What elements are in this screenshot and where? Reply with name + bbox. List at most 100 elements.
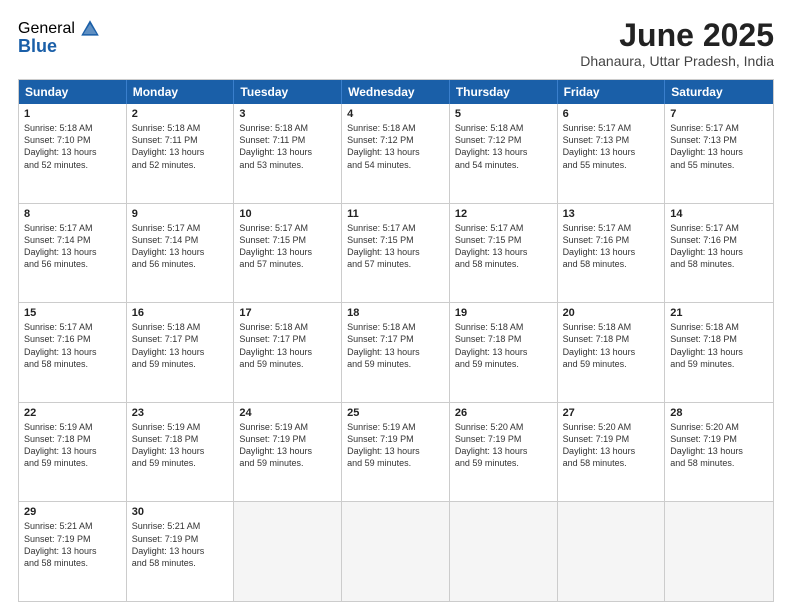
cell-info: Sunrise: 5:21 AMSunset: 7:19 PMDaylight:… (132, 520, 229, 569)
calendar-cell-17: 17 Sunrise: 5:18 AMSunset: 7:17 PMDayligh… (234, 303, 342, 402)
header-day-thursday: Thursday (450, 80, 558, 104)
cell-info: Sunrise: 5:17 AMSunset: 7:14 PMDaylight:… (24, 222, 121, 271)
calendar-cell-12: 12 Sunrise: 5:17 AMSunset: 7:15 PMDayligh… (450, 204, 558, 303)
calendar-cell-10: 10 Sunrise: 5:17 AMSunset: 7:15 PMDayligh… (234, 204, 342, 303)
cell-info: Sunrise: 5:17 AMSunset: 7:13 PMDaylight:… (670, 122, 768, 171)
day-number: 3 (239, 108, 336, 120)
day-number: 25 (347, 407, 444, 419)
calendar-cell-24: 24 Sunrise: 5:19 AMSunset: 7:19 PMDayligh… (234, 403, 342, 502)
day-number: 11 (347, 208, 444, 220)
cell-info: Sunrise: 5:18 AMSunset: 7:17 PMDaylight:… (132, 321, 229, 370)
calendar-cell-empty (558, 502, 666, 601)
calendar-cell-18: 18 Sunrise: 5:18 AMSunset: 7:17 PMDayligh… (342, 303, 450, 402)
day-number: 13 (563, 208, 660, 220)
cell-info: Sunrise: 5:17 AMSunset: 7:16 PMDaylight:… (24, 321, 121, 370)
cell-info: Sunrise: 5:18 AMSunset: 7:12 PMDaylight:… (347, 122, 444, 171)
calendar-cell-11: 11Sunrise: 5:17 AMSunset: 7:15 PMDayligh… (342, 204, 450, 303)
day-number: 19 (455, 307, 552, 319)
header-day-sunday: Sunday (19, 80, 127, 104)
day-number: 2 (132, 108, 229, 120)
calendar-cell-empty (665, 502, 773, 601)
location: Dhanaura, Uttar Pradesh, India (580, 53, 774, 69)
cell-info: Sunrise: 5:19 AMSunset: 7:18 PMDaylight:… (132, 421, 229, 470)
cell-info: Sunrise: 5:19 AMSunset: 7:19 PMDaylight:… (239, 421, 336, 470)
calendar-cell-empty (342, 502, 450, 601)
day-number: 12 (455, 208, 552, 220)
header-day-wednesday: Wednesday (342, 80, 450, 104)
calendar-cell-15: 15 Sunrise: 5:17 AMSunset: 7:16 PMDayligh… (19, 303, 127, 402)
cell-info: Sunrise: 5:17 AMSunset: 7:15 PMDaylight:… (239, 222, 336, 271)
logo: General Blue (18, 18, 101, 57)
calendar-body: 1Sunrise: 5:18 AMSunset: 7:10 PMDaylight… (19, 104, 773, 601)
day-number: 26 (455, 407, 552, 419)
title-block: June 2025 Dhanaura, Uttar Pradesh, India (580, 18, 774, 69)
calendar-cell-14: 14Sunrise: 5:17 AMSunset: 7:16 PMDayligh… (665, 204, 773, 303)
calendar-row-4: 29 Sunrise: 5:21 AMSunset: 7:19 PMDayligh… (19, 502, 773, 601)
calendar-row-3: 22 Sunrise: 5:19 AMSunset: 7:18 PMDayligh… (19, 403, 773, 503)
cell-info: Sunrise: 5:18 AMSunset: 7:17 PMDaylight:… (347, 321, 444, 370)
calendar-cell-26: 26 Sunrise: 5:20 AMSunset: 7:19 PMDayligh… (450, 403, 558, 502)
day-number: 18 (347, 307, 444, 319)
day-number: 20 (563, 307, 660, 319)
day-number: 23 (132, 407, 229, 419)
calendar-cell-29: 29Sunrise: 5:21 AMSunset: 7:19 PMDayligh… (19, 502, 127, 601)
cell-info: Sunrise: 5:20 AMSunset: 7:19 PMDaylight:… (455, 421, 552, 470)
day-number: 21 (670, 307, 768, 319)
calendar: SundayMondayTuesdayWednesdayThursdayFrid… (18, 79, 774, 602)
cell-info: Sunrise: 5:20 AMSunset: 7:19 PMDaylight:… (563, 421, 660, 470)
header-day-saturday: Saturday (665, 80, 773, 104)
day-number: 7 (670, 108, 768, 120)
day-number: 17 (239, 307, 336, 319)
calendar-cell-23: 23 Sunrise: 5:19 AMSunset: 7:18 PMDayligh… (127, 403, 235, 502)
cell-info: Sunrise: 5:17 AMSunset: 7:14 PMDaylight:… (132, 222, 229, 271)
page: General Blue June 2025 Dhanaura, Uttar P… (0, 0, 792, 612)
calendar-cell-empty (234, 502, 342, 601)
calendar-cell-19: 19 Sunrise: 5:18 AMSunset: 7:18 PMDayligh… (450, 303, 558, 402)
calendar-row-2: 15 Sunrise: 5:17 AMSunset: 7:16 PMDayligh… (19, 303, 773, 403)
day-number: 9 (132, 208, 229, 220)
calendar-cell-3: 3Sunrise: 5:18 AMSunset: 7:11 PMDaylight… (234, 104, 342, 203)
day-number: 28 (670, 407, 768, 419)
cell-info: Sunrise: 5:18 AMSunset: 7:18 PMDaylight:… (563, 321, 660, 370)
cell-info: Sunrise: 5:17 AMSunset: 7:16 PMDaylight:… (670, 222, 768, 271)
logo-icon (79, 18, 101, 40)
calendar-cell-20: 20 Sunrise: 5:18 AMSunset: 7:18 PMDayligh… (558, 303, 666, 402)
calendar-cell-9: 9 Sunrise: 5:17 AMSunset: 7:14 PMDaylight… (127, 204, 235, 303)
header-day-tuesday: Tuesday (234, 80, 342, 104)
calendar-cell-4: 4 Sunrise: 5:18 AMSunset: 7:12 PMDaylight… (342, 104, 450, 203)
calendar-cell-25: 25Sunrise: 5:19 AMSunset: 7:19 PMDayligh… (342, 403, 450, 502)
cell-info: Sunrise: 5:20 AMSunset: 7:19 PMDaylight:… (670, 421, 768, 470)
cell-info: Sunrise: 5:18 AMSunset: 7:18 PMDaylight:… (455, 321, 552, 370)
calendar-cell-28: 28 Sunrise: 5:20 AMSunset: 7:19 PMDayligh… (665, 403, 773, 502)
cell-info: Sunrise: 5:17 AMSunset: 7:15 PMDaylight:… (455, 222, 552, 271)
cell-info: Sunrise: 5:18 AMSunset: 7:17 PMDaylight:… (239, 321, 336, 370)
cell-info: Sunrise: 5:17 AMSunset: 7:13 PMDaylight:… (563, 122, 660, 171)
header-day-monday: Monday (127, 80, 235, 104)
day-number: 4 (347, 108, 444, 120)
day-number: 5 (455, 108, 552, 120)
day-number: 30 (132, 506, 229, 518)
calendar-cell-16: 16 Sunrise: 5:18 AMSunset: 7:17 PMDayligh… (127, 303, 235, 402)
calendar-cell-22: 22Sunrise: 5:19 AMSunset: 7:18 PMDayligh… (19, 403, 127, 502)
calendar-cell-1: 1Sunrise: 5:18 AMSunset: 7:10 PMDaylight… (19, 104, 127, 203)
cell-info: Sunrise: 5:18 AMSunset: 7:10 PMDaylight:… (24, 122, 121, 171)
cell-info: Sunrise: 5:18 AMSunset: 7:18 PMDaylight:… (670, 321, 768, 370)
calendar-cell-27: 27 Sunrise: 5:20 AMSunset: 7:19 PMDayligh… (558, 403, 666, 502)
day-number: 10 (239, 208, 336, 220)
calendar-cell-2: 2 Sunrise: 5:18 AMSunset: 7:11 PMDaylight… (127, 104, 235, 203)
day-number: 27 (563, 407, 660, 419)
day-number: 15 (24, 307, 121, 319)
calendar-cell-21: 21 Sunrise: 5:18 AMSunset: 7:18 PMDayligh… (665, 303, 773, 402)
calendar-cell-30: 30 Sunrise: 5:21 AMSunset: 7:19 PMDayligh… (127, 502, 235, 601)
cell-info: Sunrise: 5:18 AMSunset: 7:11 PMDaylight:… (132, 122, 229, 171)
month-year: June 2025 (580, 18, 774, 53)
day-number: 22 (24, 407, 121, 419)
day-number: 16 (132, 307, 229, 319)
day-number: 29 (24, 506, 121, 518)
cell-info: Sunrise: 5:17 AMSunset: 7:16 PMDaylight:… (563, 222, 660, 271)
day-number: 24 (239, 407, 336, 419)
calendar-row-1: 8Sunrise: 5:17 AMSunset: 7:14 PMDaylight… (19, 204, 773, 304)
calendar-cell-7: 7 Sunrise: 5:17 AMSunset: 7:13 PMDaylight… (665, 104, 773, 203)
calendar-cell-5: 5Sunrise: 5:18 AMSunset: 7:12 PMDaylight… (450, 104, 558, 203)
day-number: 6 (563, 108, 660, 120)
